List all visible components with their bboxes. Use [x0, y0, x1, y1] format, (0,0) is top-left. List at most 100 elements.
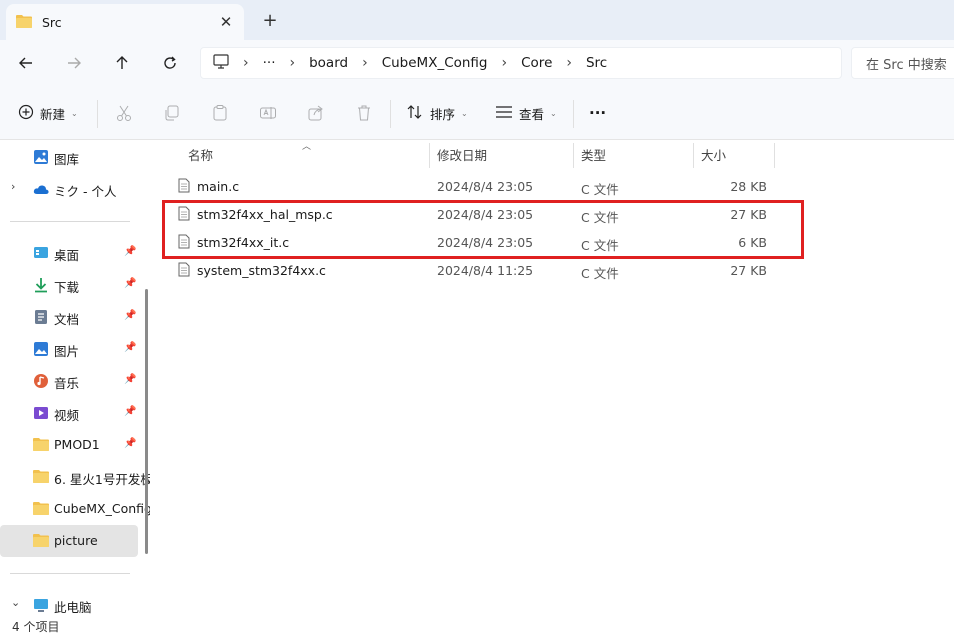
sort-button[interactable]: 排序 ⌄ [406, 100, 468, 126]
divider [10, 221, 130, 222]
share-icon[interactable] [307, 100, 325, 126]
sidebar-item-music[interactable]: 音乐 📌 [0, 365, 138, 397]
tab-title: Src [42, 14, 62, 30]
column-divider[interactable] [693, 143, 694, 168]
navigation-pane: 图库 › ミク - 个人 桌面 📌 下载 📌 文档 📌 图片 📌 音乐 📌 视频… [0, 141, 150, 616]
file-type: C 文件 [581, 266, 619, 281]
column-divider[interactable] [429, 143, 430, 168]
column-header-label: 大小 [701, 148, 727, 163]
chevron-down-icon[interactable]: ⌄ [11, 596, 20, 609]
file-row[interactable]: system_stm32f4xx.c 2024/8/4 11:25 C 文件 2… [169, 256, 789, 284]
view-button[interactable]: 查看 ⌄ [495, 100, 557, 126]
sidebar-item-label: 图片 [54, 344, 80, 359]
breadcrumb-core[interactable]: Core [521, 55, 552, 71]
pin-icon[interactable]: 📌 [124, 438, 136, 449]
column-header-date[interactable]: 修改日期 [437, 141, 487, 168]
sidebar-item-picture[interactable]: picture [0, 525, 138, 557]
sidebar-item-cubemx-config[interactable]: CubeMX_Config [0, 493, 150, 525]
sidebar-item-label: 6. 星火1号开发板 [54, 472, 150, 487]
folder-icon [33, 501, 49, 517]
status-bar: 4 个项目 [0, 616, 954, 636]
sidebar-item-this-pc[interactable]: ⌄ 此电脑 [0, 589, 138, 616]
search-input[interactable]: 在 Src 中搜索 [851, 47, 954, 79]
column-header-name[interactable]: 名称 [188, 141, 213, 168]
sidebar-item-label: 视频 [54, 408, 80, 423]
column-divider[interactable] [573, 143, 574, 168]
pin-icon[interactable]: 📌 [124, 342, 136, 353]
close-tab-icon[interactable]: ✕ [216, 12, 236, 32]
breadcrumb-separator: › [566, 55, 572, 71]
column-divider[interactable] [774, 143, 775, 168]
gallery-icon [33, 149, 49, 165]
delete-icon[interactable] [355, 100, 373, 126]
sidebar-item-label: 此电脑 [54, 600, 92, 615]
tab-src[interactable]: Src ✕ [6, 4, 244, 40]
sort-icon [406, 104, 424, 123]
breadcrumb-src[interactable]: Src [586, 55, 607, 71]
desktop-icon [33, 245, 49, 261]
pictures-icon [33, 341, 49, 357]
new-tab-button[interactable]: + [259, 9, 281, 31]
sidebar-item-pmod1[interactable]: PMOD1 📌 [0, 429, 138, 461]
chevron-right-icon[interactable]: › [11, 180, 15, 193]
rename-icon[interactable] [259, 100, 277, 126]
new-button[interactable]: 新建 ⌄ [18, 100, 78, 126]
column-header-size[interactable]: 大小 [701, 141, 726, 168]
file-date: 2024/8/4 11:25 [437, 263, 534, 278]
sidebar-item-label: CubeMX_Config [54, 501, 150, 516]
download-icon [33, 277, 49, 293]
chevron-down-icon: ⌄ [550, 108, 557, 118]
monitor-icon[interactable] [213, 54, 229, 72]
sidebar-item-label: ミク - 个人 [54, 184, 117, 199]
breadcrumb-cubemx-config[interactable]: CubeMX_Config [382, 55, 488, 71]
file-name: system_stm32f4xx.c [197, 263, 326, 278]
breadcrumb-board[interactable]: board [309, 55, 348, 71]
breadcrumb-more[interactable]: ··· [263, 55, 276, 71]
file-type: C 文件 [581, 182, 619, 197]
address-row: › ··· › board › CubeMX_Config › Core › S… [0, 40, 954, 86]
new-label: 新建 [40, 106, 66, 122]
pin-icon[interactable]: 📌 [124, 246, 136, 257]
sidebar-item-pictures[interactable]: 图片 📌 [0, 333, 138, 365]
column-header-type[interactable]: 类型 [581, 141, 606, 168]
this-pc-icon [33, 597, 49, 613]
pin-icon[interactable]: 📌 [124, 278, 136, 289]
file-size: 28 KB [730, 179, 767, 194]
sidebar-item-label: 音乐 [54, 376, 80, 391]
divider [390, 100, 391, 128]
sidebar-item-gallery[interactable]: 图库 [0, 141, 138, 173]
sidebar-item-downloads[interactable]: 下载 📌 [0, 269, 138, 301]
pin-icon[interactable]: 📌 [124, 310, 136, 321]
sidebar-item-xinghuo-board[interactable]: 6. 星火1号开发板 [0, 461, 150, 493]
paste-icon[interactable] [211, 100, 229, 126]
sidebar-item-documents[interactable]: 文档 📌 [0, 301, 138, 333]
address-bar[interactable]: › ··· › board › CubeMX_Config › Core › S… [200, 47, 842, 79]
sidebar-item-onedrive[interactable]: › ミク - 个人 [0, 173, 138, 205]
c-file-icon [178, 178, 190, 196]
forward-icon[interactable] [61, 50, 87, 76]
sidebar-item-label: 下载 [54, 280, 80, 295]
back-icon[interactable] [13, 50, 39, 76]
pin-icon[interactable]: 📌 [124, 406, 136, 417]
divider [573, 100, 574, 128]
file-row[interactable]: main.c 2024/8/4 23:05 C 文件 28 KB [169, 172, 789, 200]
folder-icon [33, 533, 49, 549]
up-icon[interactable] [109, 50, 135, 76]
sidebar-item-label: picture [54, 533, 98, 548]
folder-icon [33, 437, 49, 453]
plus-circle-icon [18, 104, 34, 123]
file-date: 2024/8/4 23:05 [437, 179, 534, 194]
sidebar-item-videos[interactable]: 视频 📌 [0, 397, 138, 429]
sort-ascending-icon: ︿ [302, 142, 312, 152]
copy-icon[interactable] [163, 100, 181, 126]
sidebar-scrollbar[interactable] [145, 289, 148, 554]
pin-icon[interactable]: 📌 [124, 374, 136, 385]
videos-icon [33, 405, 49, 421]
sidebar-item-label: PMOD1 [54, 437, 100, 452]
cut-icon[interactable] [115, 100, 133, 126]
music-icon [33, 373, 49, 389]
more-options-button[interactable]: ··· [589, 100, 606, 126]
sidebar-item-label: 桌面 [54, 248, 80, 263]
sidebar-item-desktop[interactable]: 桌面 📌 [0, 237, 138, 269]
refresh-icon[interactable] [157, 50, 183, 76]
